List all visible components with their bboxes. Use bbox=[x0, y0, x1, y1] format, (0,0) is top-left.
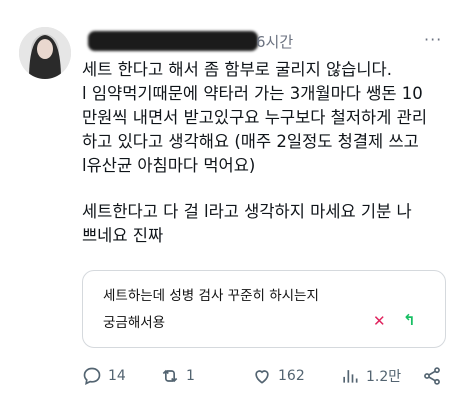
like-icon bbox=[255, 370, 269, 384]
repost-button[interactable]: 1 bbox=[160, 362, 195, 390]
post-line: l유산균 아침마다 먹어요) bbox=[82, 156, 256, 175]
like-button[interactable]: 162 bbox=[252, 362, 305, 390]
share-icon bbox=[424, 367, 440, 385]
post-card: 6시간 ··· 세트 한다고 해서 좀 함부로 굴리지 않습니다. l 임약먹기… bbox=[0, 0, 465, 404]
views-count: 1.2만 bbox=[366, 369, 402, 385]
reply-button[interactable]: 14 bbox=[82, 362, 126, 390]
post-line: 쁘네요 진짜 bbox=[82, 226, 164, 245]
close-icon[interactable]: ✕ bbox=[373, 312, 386, 330]
reply-count: 14 bbox=[108, 368, 126, 384]
post-line: 하고 있다고 생각해요 (매주 2일정도 청결제 쓰고 bbox=[82, 132, 419, 151]
post-line: l 임약먹기때문에 약타러 가는 3개월마다 쌩돈 10 bbox=[82, 84, 423, 103]
more-options-icon[interactable]: ··· bbox=[424, 30, 442, 49]
reply-text: 세트하는데 성병 검사 꾸준히 하시는지 bbox=[103, 288, 319, 304]
post-line: 세트 한다고 해서 좀 함부로 굴리지 않습니다. bbox=[82, 60, 392, 79]
reply-text: 궁금해서용 bbox=[103, 315, 166, 331]
reply-icon bbox=[83, 367, 101, 385]
redacted-username bbox=[88, 31, 258, 51]
post-line: 만원씩 내면서 받고있구요 누구보다 철저하게 관리 bbox=[82, 108, 428, 127]
views-button[interactable]: 1.2만 bbox=[340, 362, 401, 390]
reply-preview-box[interactable]: 세트하는데 성병 검사 꾸준히 하시는지 궁금해서용 ✕ ↰ bbox=[82, 270, 446, 348]
avatar[interactable] bbox=[19, 27, 71, 79]
action-bar: 14 1 162 1.2만 bbox=[82, 362, 452, 390]
post-body: 세트 한다고 해서 좀 함부로 굴리지 않습니다. l 임약먹기때문에 약타러 … bbox=[82, 58, 454, 248]
share-button[interactable] bbox=[422, 362, 442, 390]
like-count: 162 bbox=[278, 368, 305, 384]
reply-arrow-icon[interactable]: ↰ bbox=[403, 311, 416, 329]
post-time: 6시간 bbox=[256, 33, 294, 51]
post-line: 세트한다고 다 걸 l라고 생각하지 마세요 기분 나 bbox=[82, 202, 412, 221]
views-icon bbox=[343, 370, 358, 383]
repost-icon bbox=[162, 369, 178, 383]
repost-count: 1 bbox=[186, 368, 195, 384]
